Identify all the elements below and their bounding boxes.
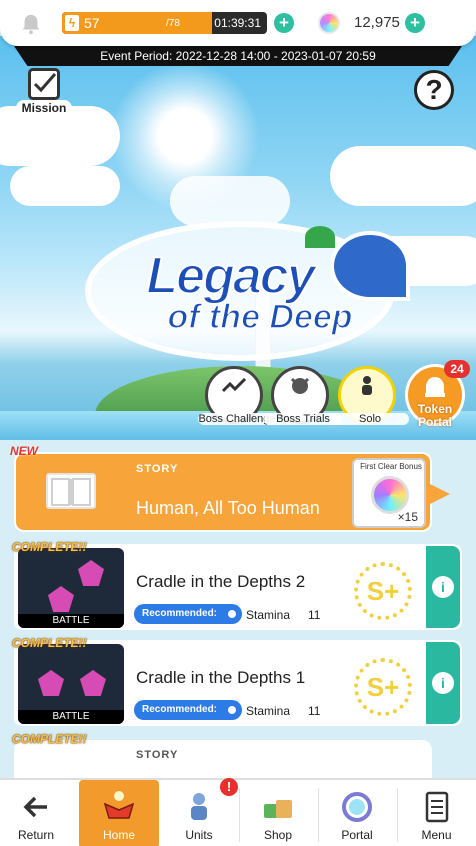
rank-badge: S+ [354, 562, 412, 620]
toggle-icon [225, 703, 239, 717]
stamina-label: Stamina [246, 704, 291, 718]
nav-menu[interactable]: Menu [397, 780, 476, 846]
nav-home[interactable]: Home [79, 780, 159, 846]
gem-count: 12,975 [354, 14, 400, 31]
demon-face-icon [290, 377, 310, 394]
stamina-max: /78 [166, 18, 180, 29]
recommended-toggle[interactable]: Recommended: [134, 700, 242, 720]
battle-thumbnail: BATTLE [18, 548, 124, 628]
info-panel[interactable]: i [426, 642, 460, 724]
story-tag: STORY [136, 463, 179, 475]
book-icon [46, 473, 96, 509]
battle-caption: BATTLE [18, 614, 124, 628]
token-portal-badge: 24 [444, 360, 470, 378]
stamina-cost: 11 [308, 608, 321, 622]
nav-label: Home [102, 828, 135, 842]
solo-button[interactable]: Solo [331, 366, 409, 425]
status-bar: ϟ 57 /78 01:39:31 + 12,975 + [0, 0, 476, 46]
logo-title-line2: of the Deep [167, 297, 354, 337]
first-clear-bonus: First Clear Bonus ×15 [352, 458, 426, 528]
story-title: Human, All Too Human [136, 498, 320, 518]
nav-label: Shop [263, 828, 293, 842]
chart-trend-icon [221, 377, 247, 393]
complete-tag: COMPLETE!! [12, 636, 87, 650]
add-gems-button[interactable]: + [405, 13, 425, 33]
units-alert-badge: ! [220, 778, 238, 796]
unit-figure-icon [191, 793, 207, 820]
nav-label: Menu [421, 828, 452, 842]
home-crest-icon [103, 791, 135, 819]
solo-label: Solo [331, 413, 409, 425]
nav-shop[interactable]: Shop [239, 780, 317, 846]
lightning-icon: ϟ [65, 15, 79, 31]
solo-figure-icon [362, 376, 372, 395]
nav-portal[interactable]: Portal [318, 780, 396, 846]
new-tag: NEW [10, 444, 38, 458]
battle-caption: BATTLE [18, 710, 124, 724]
cloud [330, 146, 476, 206]
mission-label: Mission [16, 100, 72, 116]
info-icon[interactable]: i [432, 576, 454, 598]
complete-tag: COMPLETE!! [12, 540, 87, 554]
stamina-label: Stamina [246, 608, 291, 622]
event-period: Event Period: 2022-12-28 14:00 - 2023-01… [14, 46, 462, 66]
rank-badge: S+ [354, 658, 412, 716]
complete-tag: COMPLETE!! [12, 732, 87, 746]
battle-stage-card[interactable]: BATTLE Cradle in the Depths 1 Recommende… [14, 640, 462, 726]
gem-icon [318, 12, 340, 34]
token-bell-icon [425, 377, 445, 397]
gem-icon [371, 476, 409, 514]
nav-label: Units [185, 828, 213, 842]
enemy-icon [48, 586, 74, 612]
stamina-bar: ϟ 57 /78 01:39:31 [62, 12, 267, 34]
stamina-current: 57 [84, 15, 100, 31]
cloud [170, 176, 290, 226]
stamina-cost: 11 [308, 704, 321, 718]
stage-title: Cradle in the Depths 2 [136, 572, 306, 591]
battle-stage-card[interactable]: BATTLE Cradle in the Depths 2 Recommende… [14, 544, 462, 630]
toggle-icon [225, 607, 239, 621]
menu-list-icon [425, 791, 448, 823]
recommended-label: Recommended: [142, 704, 218, 715]
info-icon[interactable]: i [432, 672, 454, 694]
nav-label: Return [17, 828, 55, 842]
nav-label: Portal [341, 828, 373, 842]
recommended-toggle[interactable]: Recommended: [134, 604, 242, 624]
stamina-timer: 01:39:31 [214, 16, 261, 30]
cloud [10, 166, 120, 206]
shop-bags-icon [264, 800, 292, 818]
bonus-label: First Clear Bonus [360, 462, 422, 471]
enemy-icon [78, 560, 104, 586]
mission-button[interactable]: Mission [16, 68, 72, 116]
enemy-icon [38, 670, 64, 696]
info-panel[interactable]: i [426, 546, 460, 628]
palm-icon [305, 226, 335, 248]
enemy-icon [80, 670, 106, 696]
boss-challenge-button[interactable]: Boss Challenge [198, 366, 276, 425]
boss-trials-button[interactable]: Boss Trials [264, 366, 342, 425]
battle-thumbnail: BATTLE [18, 644, 124, 724]
logo-title-line1: Legacy [145, 246, 316, 306]
story-tag: STORY [136, 749, 179, 761]
bell-icon[interactable] [20, 13, 42, 35]
arrow-left-icon [23, 796, 47, 818]
token-portal-label: Token Portal [417, 402, 453, 429]
story-card-tail [430, 484, 450, 504]
stage-title: Cradle in the Depths 1 [136, 668, 306, 687]
checkbox-icon [28, 68, 60, 100]
nav-return[interactable]: Return [0, 780, 72, 846]
bottom-nav: Return Home Units Shop Portal Menu [0, 778, 476, 846]
portal-gate-icon [342, 792, 372, 822]
recommended-label: Recommended: [142, 608, 218, 619]
add-stamina-button[interactable]: + [274, 13, 294, 33]
bonus-count: ×15 [397, 510, 418, 524]
help-button[interactable]: ? [414, 70, 454, 110]
